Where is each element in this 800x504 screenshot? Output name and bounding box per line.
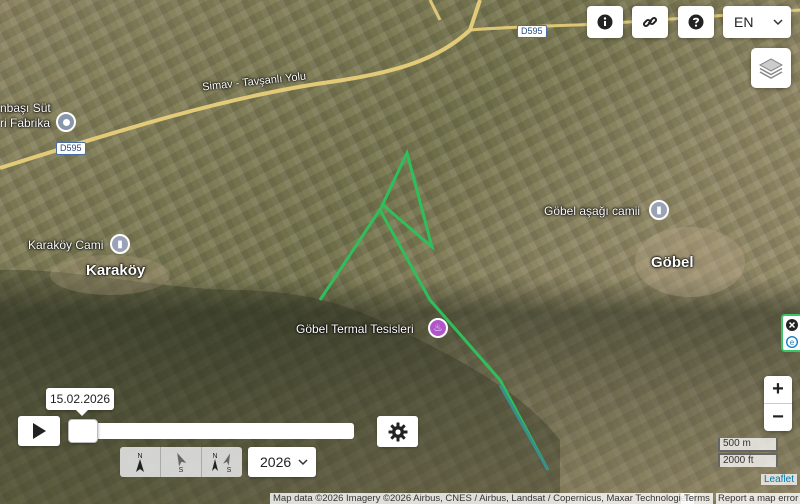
layers-button[interactable] [751,48,791,88]
place-karakoy: Karaköy [86,262,146,279]
chevron-down-icon [298,459,308,466]
factory-pin-icon[interactable] [56,112,76,132]
play-button[interactable] [18,416,60,446]
svg-text:N: N [137,453,142,460]
svg-text:N: N [212,453,217,460]
spa-icon[interactable]: ♨ [428,318,448,338]
layers-icon [758,58,784,79]
svg-text:S: S [227,467,232,473]
info-icon [597,14,613,30]
language-select[interactable]: EN [723,6,791,38]
attribution-text: Map data ©2026 Imagery ©2026 Airbus, CNE… [270,493,694,504]
language-value: EN [734,14,754,30]
scale-imperial: 2000 ft [718,453,778,467]
south-arrow-icon: S [177,452,187,473]
zoom-in-button[interactable]: + [764,376,792,403]
local-road [428,0,442,21]
south-up-button[interactable]: S [161,447,202,477]
help-button[interactable] [678,6,714,38]
zoom-out-button[interactable]: − [764,403,792,430]
date-tooltip: 15.02.2026 [46,388,114,416]
link-button[interactable] [632,6,668,38]
place-pinarbasi: nbaşı Süt [0,101,51,115]
terms-link[interactable]: Terms [681,493,713,504]
svg-text:e: e [789,338,794,347]
north-arrow-icon: N [136,453,144,472]
place-karakoy-cami: Karaköy Cami [28,238,104,252]
north-south-button[interactable]: NS [202,447,242,477]
place-gobel-asagi-camii: Göbel aşağı camii [544,204,641,218]
zoom-control: + − [764,376,792,431]
chevron-down-icon [773,19,783,26]
north-up-button[interactable]: N [120,447,161,477]
settings-button[interactable] [377,416,418,447]
svg-text:S: S [179,467,184,473]
help-icon [688,14,704,30]
gear-icon [388,422,407,441]
road-shield-d595-west: D595 [56,142,86,155]
year-select[interactable]: 2026 [248,447,316,477]
timeline-slider[interactable] [68,423,354,439]
report-error-link[interactable]: Report a map error [716,493,800,504]
timeline-slider-handle[interactable] [68,419,98,443]
close-icon[interactable] [785,318,798,331]
link-icon [642,16,658,28]
north-south-icon: NS [212,453,232,473]
side-panel-tab[interactable]: e [781,314,800,352]
leaflet-link[interactable]: Leaflet [761,474,798,485]
mosque-icon[interactable]: ▮ [110,234,130,254]
elevation-icon[interactable]: e [785,335,798,348]
info-button[interactable] [587,6,623,38]
place-gobel: Göbel [651,254,694,271]
mosque-icon[interactable]: ▮ [649,200,669,220]
scale-metric: 500 m [718,438,778,452]
view-orientation-group: N S NS [120,447,242,477]
year-value: 2026 [260,454,292,470]
play-icon [33,423,46,439]
place-fabrika: ri Fabrika [0,116,51,130]
place-gobel-termal: Göbel Termal Tesisleri [296,322,414,336]
road-shield-d595-north: D595 [517,25,547,38]
